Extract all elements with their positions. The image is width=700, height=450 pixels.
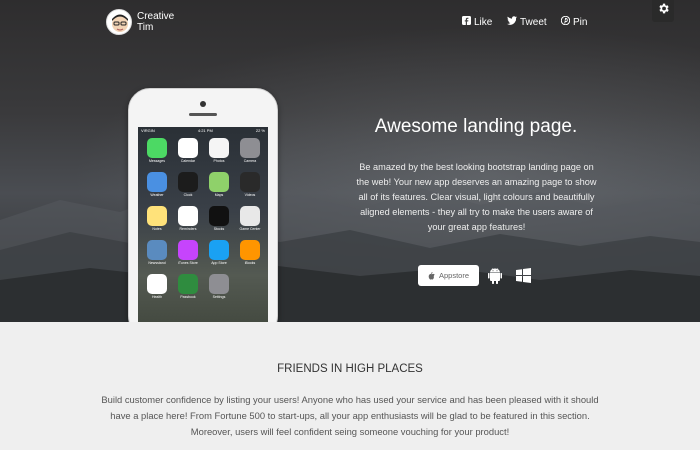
pin-label: Pin (573, 16, 588, 28)
app-icon (209, 172, 229, 192)
app-label: Newsstand (148, 261, 166, 265)
app-label: Videos (244, 193, 256, 197)
app-label: Settings (212, 295, 226, 299)
appstore-button[interactable]: Appstore (418, 265, 479, 286)
phone-speaker (189, 113, 217, 116)
app-icon (178, 172, 198, 192)
phone-app: Camera (239, 138, 261, 163)
phone-app: Stocks (208, 206, 230, 231)
app-label: Calendar (180, 159, 196, 163)
phone-app: Calendar (177, 138, 199, 163)
phone-app: Messages (146, 138, 168, 163)
app-grid: Messages Calendar Photos Camera Weather Clock… (138, 134, 268, 303)
android-icon[interactable] (488, 267, 502, 289)
app-icon (209, 240, 229, 260)
windows-icon[interactable] (516, 268, 531, 288)
hero-title: Awesome landing page. (374, 116, 578, 137)
app-label: Maps (214, 193, 224, 197)
app-icon (147, 206, 167, 226)
facebook-icon (462, 16, 471, 28)
brand-line-1: Creative (137, 11, 175, 22)
battery-label: 22 % (255, 128, 265, 133)
phone-app: iBooks (239, 240, 261, 265)
phone-time: 4:21 PM (197, 128, 213, 133)
phone-screen: VIRGIN 4:21 PM 22 % Messages Calendar Phot… (138, 127, 268, 322)
app-icon (178, 206, 198, 226)
hero-description: Be amazed by the best looking bootstrap … (356, 162, 597, 232)
app-label: Game Center (239, 227, 261, 231)
app-icon (178, 274, 198, 294)
section-title: FRIENDS IN HIGH PLACES (277, 363, 423, 375)
app-icon (240, 138, 260, 158)
app-label: Messages (149, 159, 165, 163)
appstore-label: Appstore (438, 271, 470, 280)
phone-app: Health (146, 274, 168, 299)
pinterest-icon (560, 15, 571, 28)
app-icon (147, 138, 167, 158)
facebook-like-link[interactable]: Like (462, 16, 492, 28)
phone-camera (200, 101, 206, 107)
phone-app: Newsstand (146, 240, 168, 265)
phone-status-bar: VIRGIN 4:21 PM 22 % (138, 127, 268, 134)
app-label: Health (151, 295, 163, 299)
pinterest-pin-link[interactable]: Pin (560, 15, 588, 28)
phone-app: Passbook (177, 274, 199, 299)
app-icon (209, 206, 229, 226)
twitter-icon (507, 16, 517, 28)
app-icon (240, 206, 260, 226)
brand-logo[interactable]: Creative Tim (106, 9, 182, 35)
phone-app: Weather (146, 172, 168, 197)
avatar (106, 9, 132, 35)
apple-icon (428, 271, 435, 280)
twitter-tweet-link[interactable]: Tweet (507, 16, 547, 28)
phone-app: iTunes Store (177, 240, 199, 265)
app-label: Reminders (179, 227, 197, 231)
like-label: Like (474, 16, 493, 28)
app-icon (209, 274, 229, 294)
section-description: Build customer confidence by listing you… (101, 394, 599, 437)
app-icon (147, 240, 167, 260)
app-label: Camera (243, 159, 257, 163)
app-icon (209, 138, 229, 158)
app-icon (240, 172, 260, 192)
app-label: iBooks (244, 261, 256, 265)
phone-app: Clock (177, 172, 199, 197)
phone-app: Reminders (177, 206, 199, 231)
app-label: Weather (150, 193, 164, 197)
app-icon (147, 274, 167, 294)
phone-app: Videos (239, 172, 261, 197)
settings-button[interactable] (652, 0, 674, 22)
app-label: Clock (183, 193, 193, 197)
app-icon (178, 240, 198, 260)
app-icon (147, 172, 167, 192)
app-label: Photos (213, 159, 225, 163)
app-label: iTunes Store (178, 261, 198, 265)
app-icon (178, 138, 198, 158)
phone-app: Photos (208, 138, 230, 163)
app-icon (240, 240, 260, 260)
brand-line-2: Tim (137, 22, 154, 33)
app-label: Notes (152, 227, 162, 231)
phone-app: App Store (208, 240, 230, 265)
phone-app: Notes (146, 206, 168, 231)
tweet-label: Tweet (520, 16, 547, 28)
phone-app: Settings (208, 274, 230, 299)
avatar-illustration (112, 14, 128, 32)
app-label: Passbook (180, 295, 196, 299)
app-label: Stocks (213, 227, 225, 231)
gear-icon (657, 2, 670, 20)
phone-app: Game Center (239, 206, 261, 231)
brand-name: Creative Tim (137, 11, 182, 33)
carrier-label: VIRGIN (141, 128, 155, 133)
phone-app: Maps (208, 172, 230, 197)
iphone-mockup: VIRGIN 4:21 PM 22 % Messages Calendar Phot… (128, 88, 278, 322)
app-label: App Store (211, 261, 227, 265)
